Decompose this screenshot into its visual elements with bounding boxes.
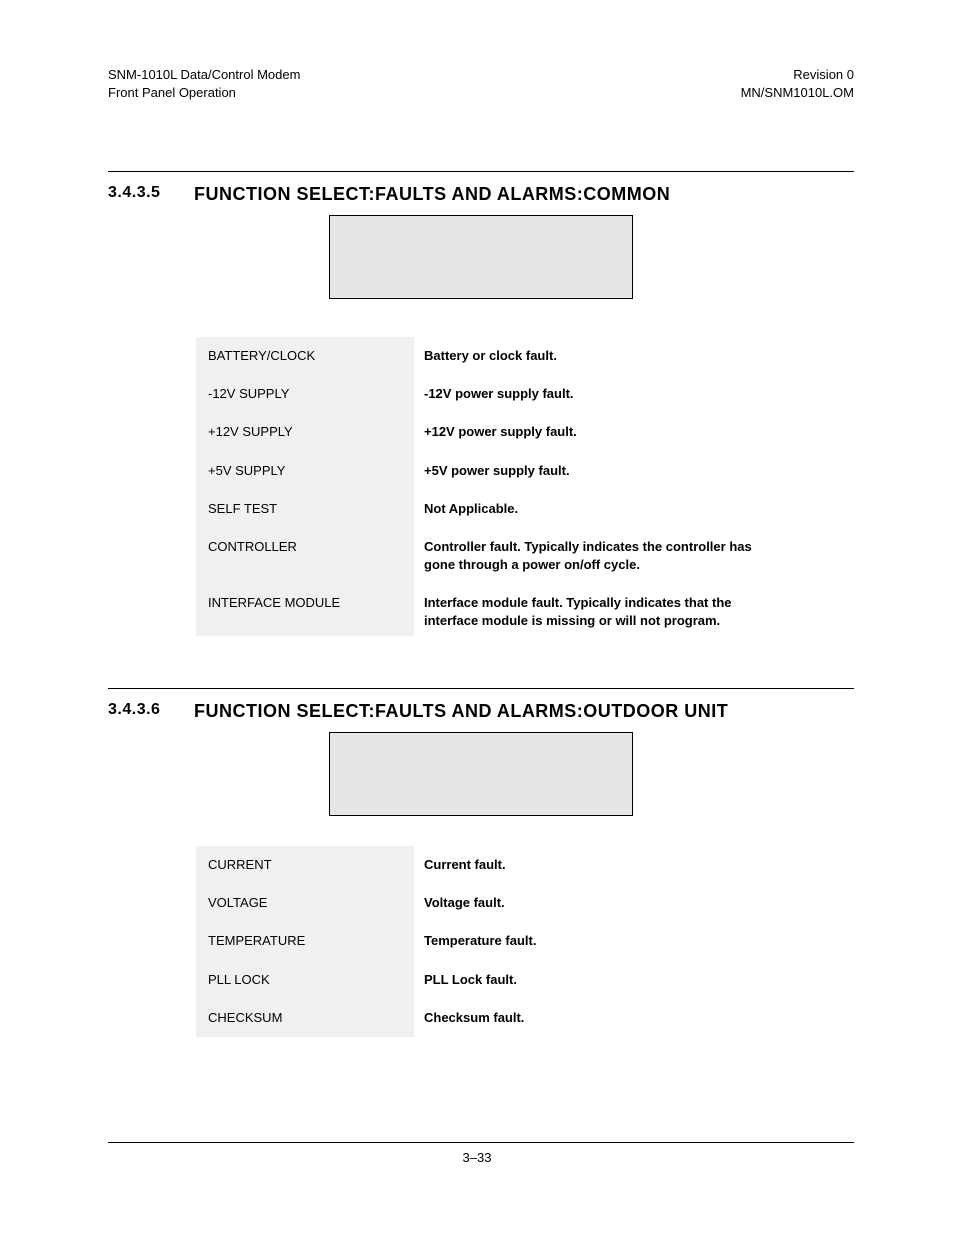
- fault-desc: PLL Lock fault.: [424, 961, 768, 989]
- fault-desc: Current fault.: [424, 846, 768, 874]
- fault-desc: Controller fault. Typically indicates th…: [424, 528, 768, 574]
- header-right-line1: Revision 0: [741, 66, 854, 84]
- section-number: 3.4.3.5: [108, 184, 194, 205]
- table-desc-col: Battery or clock fault. -12V power suppl…: [414, 337, 768, 636]
- header-left-line1: SNM-1010L Data/Control Modem: [108, 66, 300, 84]
- fault-label: +5V SUPPLY: [208, 452, 414, 480]
- fault-label: CURRENT: [208, 846, 414, 874]
- section-heading: 3.4.3.6 FUNCTION SELECT:FAULTS AND ALARM…: [108, 701, 854, 722]
- rule: [108, 688, 854, 689]
- fault-label: INTERFACE MODULE: [208, 584, 414, 630]
- fault-desc: -12V power supply fault.: [424, 375, 768, 403]
- header-right: Revision 0 MN/SNM1010L.OM: [741, 66, 854, 101]
- fault-desc: Battery or clock fault.: [424, 337, 768, 365]
- section-title: FUNCTION SELECT:FAULTS AND ALARMS:OUTDOO…: [194, 701, 728, 722]
- page-header: SNM-1010L Data/Control Modem Front Panel…: [108, 66, 854, 101]
- section-heading: 3.4.3.5 FUNCTION SELECT:FAULTS AND ALARM…: [108, 184, 854, 205]
- fault-table: BATTERY/CLOCK -12V SUPPLY +12V SUPPLY +5…: [196, 337, 768, 636]
- fault-desc: +12V power supply fault.: [424, 413, 768, 441]
- fault-desc: Not Applicable.: [424, 490, 768, 518]
- fault-desc: Temperature fault.: [424, 922, 768, 950]
- table-labels-col: BATTERY/CLOCK -12V SUPPLY +12V SUPPLY +5…: [196, 337, 414, 636]
- rule: [108, 171, 854, 172]
- display-placeholder: [329, 215, 633, 299]
- fault-desc: Voltage fault.: [424, 884, 768, 912]
- header-right-line2: MN/SNM1010L.OM: [741, 84, 854, 102]
- section-title: FUNCTION SELECT:FAULTS AND ALARMS:COMMON: [194, 184, 670, 205]
- fault-label: -12V SUPPLY: [208, 375, 414, 403]
- fault-label: VOLTAGE: [208, 884, 414, 912]
- fault-desc: Interface module fault. Typically indica…: [424, 584, 768, 630]
- section-number: 3.4.3.6: [108, 701, 194, 722]
- fault-table: CURRENT VOLTAGE TEMPERATURE PLL LOCK CHE…: [196, 846, 768, 1037]
- fault-label: TEMPERATURE: [208, 922, 414, 950]
- fault-label: SELF TEST: [208, 490, 414, 518]
- footer-rule: [108, 1142, 854, 1143]
- fault-label: BATTERY/CLOCK: [208, 337, 414, 365]
- fault-label: CONTROLLER: [208, 528, 414, 574]
- fault-label: +12V SUPPLY: [208, 413, 414, 441]
- table-labels-col: CURRENT VOLTAGE TEMPERATURE PLL LOCK CHE…: [196, 846, 414, 1037]
- table-desc-col: Current fault. Voltage fault. Temperatur…: [414, 846, 768, 1037]
- page-number: 3–33: [0, 1150, 954, 1165]
- fault-label: CHECKSUM: [208, 999, 414, 1027]
- header-left-line2: Front Panel Operation: [108, 84, 300, 102]
- fault-label: PLL LOCK: [208, 961, 414, 989]
- fault-desc: Checksum fault.: [424, 999, 768, 1027]
- display-placeholder: [329, 732, 633, 816]
- fault-desc: +5V power supply fault.: [424, 452, 768, 480]
- header-left: SNM-1010L Data/Control Modem Front Panel…: [108, 66, 300, 101]
